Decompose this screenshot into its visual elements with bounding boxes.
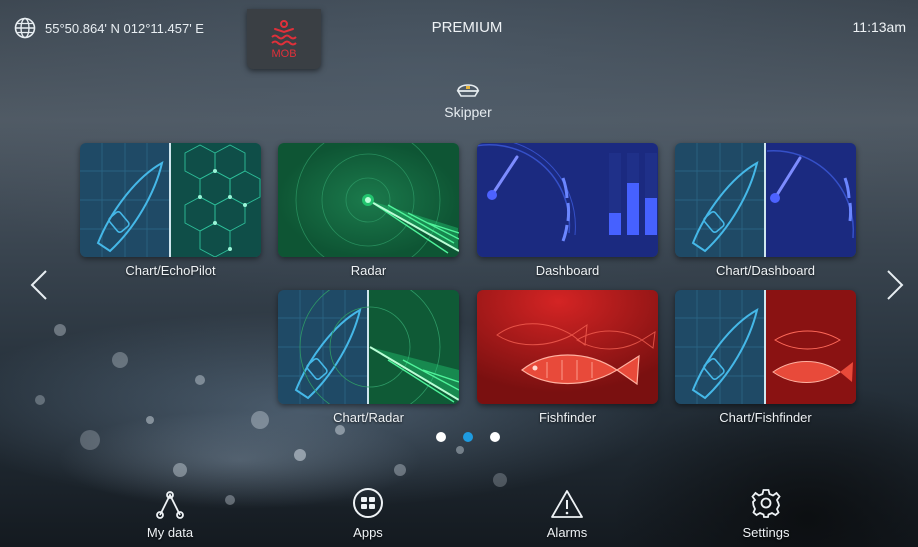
my-data-icon (156, 491, 184, 519)
page-indicator (436, 432, 500, 442)
chart-radar-thumbnail (278, 290, 459, 404)
tile-chart-radar[interactable]: Chart/Radar (278, 290, 459, 425)
gear-icon (751, 489, 781, 518)
previous-page-arrow[interactable] (26, 268, 52, 302)
clock: 11:13am (852, 19, 906, 35)
tile-label: Dashboard (535, 263, 600, 278)
apps-label: Apps (353, 525, 383, 540)
fishfinder-thumbnail (477, 290, 658, 404)
next-page-arrow[interactable] (882, 268, 908, 302)
tile-label: Radar (350, 263, 387, 278)
settings-button[interactable]: Settings (706, 487, 826, 542)
dashboard-thumbnail (477, 143, 658, 257)
chart-dashboard-thumbnail (675, 143, 856, 257)
page-dot-2-active[interactable] (463, 432, 473, 442)
my-data-button[interactable]: My data (110, 487, 230, 542)
alarms-label: Alarms (546, 525, 588, 540)
tile-label: Chart/EchoPilot (125, 263, 216, 278)
page-dot-1[interactable] (436, 432, 446, 442)
tile-chart-dashboard[interactable]: Chart/Dashboard (675, 143, 856, 278)
apps-button[interactable]: Apps (308, 487, 428, 542)
chart-fishfinder-thumbnail (675, 290, 856, 404)
my-data-label: My data (146, 525, 194, 540)
tile-fishfinder[interactable]: Fishfinder (477, 290, 658, 425)
tile-chart-echopilot[interactable]: Chart/EchoPilot (80, 143, 261, 278)
tile-radar[interactable]: Radar (278, 143, 459, 278)
status-bar: 55°50.864' N 012°11.457' E MOB PREMIUM 1… (0, 0, 918, 69)
tile-label: Chart/Radar (333, 410, 404, 425)
tile-label: Chart/Dashboard (716, 263, 815, 278)
profile-name: Skipper (444, 104, 492, 120)
tile-label: Chart/Fishfinder (719, 410, 812, 425)
tile-dashboard[interactable]: Dashboard (477, 143, 658, 278)
captain-hat-icon (456, 84, 480, 97)
alarms-button[interactable]: Alarms (507, 487, 627, 542)
chevron-right-icon (887, 270, 904, 300)
chart-echopilot-thumbnail (80, 143, 261, 257)
app-title: PREMIUM (431, 19, 503, 36)
radar-thumbnail (278, 143, 459, 257)
alarm-warning-icon (551, 490, 583, 518)
tile-label: Fishfinder (538, 410, 597, 425)
mob-label: MOB (271, 47, 297, 60)
tile-chart-fishfinder[interactable]: Chart/Fishfinder (675, 290, 856, 425)
page-dot-3[interactable] (490, 432, 500, 442)
chevron-left-icon (30, 270, 47, 300)
settings-label: Settings (742, 525, 790, 540)
user-profile[interactable]: Skipper (418, 80, 518, 120)
man-overboard-button[interactable]: MOB (247, 9, 321, 69)
bottom-navigation: My data Apps Alarms Settings (0, 481, 918, 547)
home-screen: 55°50.864' N 012°11.457' E MOB PREMIUM 1… (0, 0, 918, 547)
apps-icon (353, 488, 383, 518)
